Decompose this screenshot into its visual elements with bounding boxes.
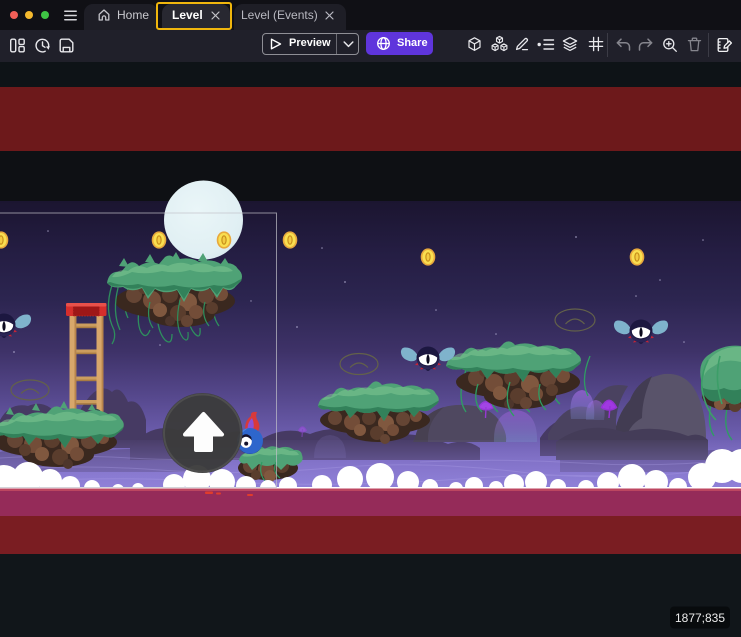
svg-text:1877;835: 1877;835 [675, 611, 725, 625]
